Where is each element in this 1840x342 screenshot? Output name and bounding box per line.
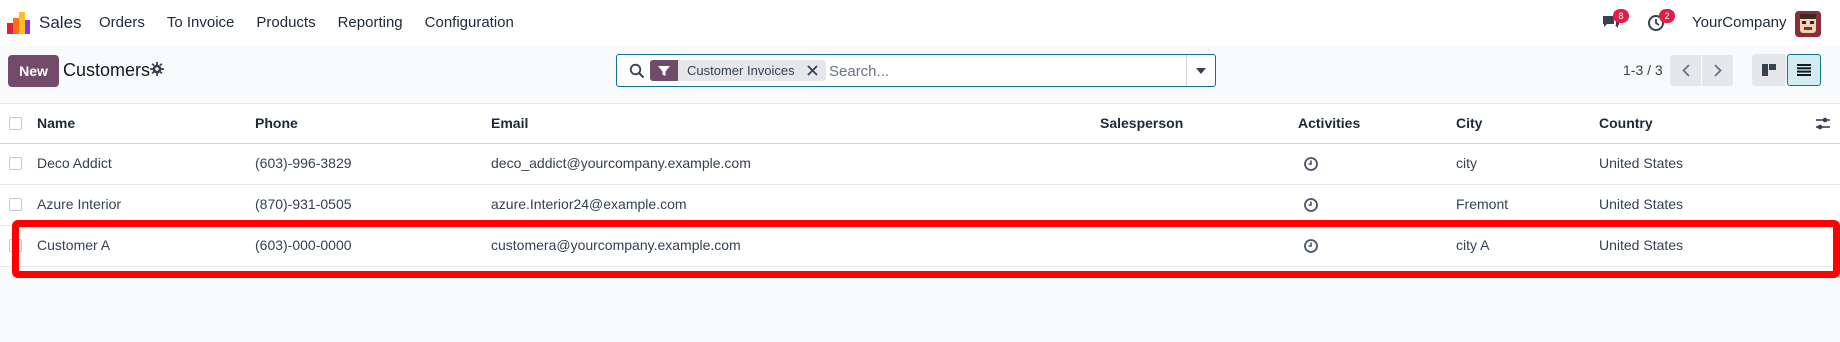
cell-phone: (603)-000-0000: [255, 237, 352, 253]
cell-country: United States: [1599, 155, 1684, 171]
pager-previous-button[interactable]: [1670, 55, 1701, 86]
gear-icon[interactable]: [150, 62, 164, 76]
menu-item-products[interactable]: Products: [256, 14, 315, 31]
cell-name: Deco Addict: [37, 155, 112, 171]
app-name[interactable]: Sales: [39, 13, 82, 33]
top-navbar: Sales Orders To Invoice Products Reporti…: [0, 0, 1840, 46]
cell-city: city A: [1456, 237, 1490, 253]
column-header-name[interactable]: Name: [37, 115, 75, 131]
messages-badge: 8: [1613, 9, 1629, 23]
app-logo-icon[interactable]: [7, 12, 31, 34]
search-options-toggle[interactable]: [1186, 55, 1215, 86]
filter-facet: Customer Invoices: [650, 60, 826, 81]
cell-city: city: [1456, 155, 1477, 171]
kanban-view-button[interactable]: [1752, 54, 1786, 86]
menu-item-reporting[interactable]: Reporting: [338, 14, 403, 31]
activity-clock-icon[interactable]: [1303, 197, 1319, 213]
filter-icon: [658, 65, 670, 76]
cell-country: United States: [1599, 196, 1684, 212]
user-avatar-image: [1795, 11, 1821, 37]
table-row[interactable]: Azure Interior (870)-931-0505 azure.Inte…: [0, 185, 1840, 226]
messages-button[interactable]: 8: [1601, 9, 1629, 32]
cell-email: customera@yourcompany.example.com: [491, 237, 741, 253]
cell-email: deco_addict@yourcompany.example.com: [491, 155, 751, 171]
column-header-city[interactable]: City: [1456, 115, 1482, 131]
list-view-button[interactable]: [1787, 54, 1821, 86]
select-all-checkbox[interactable]: [9, 117, 22, 130]
cell-phone: (870)-931-0505: [255, 196, 352, 212]
column-header-phone[interactable]: Phone: [255, 115, 298, 131]
company-switcher[interactable]: YourCompany: [1692, 14, 1787, 31]
activities-button[interactable]: 2: [1647, 9, 1675, 32]
table-header: Name Phone Email Salesperson Activities …: [0, 103, 1840, 144]
new-button[interactable]: New: [8, 55, 59, 87]
search-input[interactable]: [829, 60, 1169, 82]
menu-item-orders[interactable]: Orders: [99, 14, 145, 31]
search-bar: Customer Invoices: [616, 54, 1216, 87]
menu-item-configuration[interactable]: Configuration: [425, 14, 514, 31]
row-checkbox[interactable]: [9, 198, 22, 211]
caret-down-icon: [1196, 67, 1206, 74]
list-view-icon: [1797, 64, 1811, 76]
chevron-left-icon: [1681, 64, 1690, 77]
row-checkbox[interactable]: [9, 239, 22, 252]
column-header-email[interactable]: Email: [491, 115, 528, 131]
cell-name: Azure Interior: [37, 196, 122, 212]
cell-email: azure.Interior24@example.com: [491, 196, 687, 212]
table-row[interactable]: Customer A (603)-000-0000 customera@your…: [0, 226, 1840, 267]
row-checkbox[interactable]: [9, 157, 22, 170]
pager-next-button[interactable]: [1702, 55, 1733, 86]
cell-phone: (603)-996-3829: [255, 155, 352, 171]
facet-label: Customer Invoices: [687, 63, 795, 78]
menu-item-to-invoice[interactable]: To Invoice: [167, 14, 235, 31]
main-menu: Orders To Invoice Products Reporting Con…: [99, 14, 536, 31]
search-icon[interactable]: [629, 63, 645, 79]
activities-badge: 2: [1659, 9, 1675, 23]
chevron-right-icon: [1713, 64, 1722, 77]
page-title: Customers: [63, 60, 151, 80]
avatar[interactable]: [1795, 11, 1821, 37]
table-row[interactable]: Deco Addict (603)-996-3829 deco_addict@y…: [0, 144, 1840, 185]
activity-clock-icon[interactable]: [1303, 238, 1319, 254]
cell-city: Fremont: [1456, 196, 1509, 212]
column-header-country[interactable]: Country: [1599, 115, 1653, 131]
column-header-activities[interactable]: Activities: [1298, 115, 1360, 131]
optional-columns-icon[interactable]: [1815, 116, 1831, 132]
cell-name: Customer A: [37, 237, 111, 253]
cell-country: United States: [1599, 237, 1684, 253]
pager-value[interactable]: 1-3 / 3: [1623, 62, 1663, 78]
activity-clock-icon[interactable]: [1303, 156, 1319, 172]
customers-table: Name Phone Email Salesperson Activities …: [0, 103, 1840, 267]
kanban-view-icon: [1762, 64, 1776, 76]
remove-facet-button[interactable]: [804, 60, 822, 81]
close-icon: [807, 65, 818, 76]
column-header-salesperson[interactable]: Salesperson: [1100, 115, 1183, 131]
